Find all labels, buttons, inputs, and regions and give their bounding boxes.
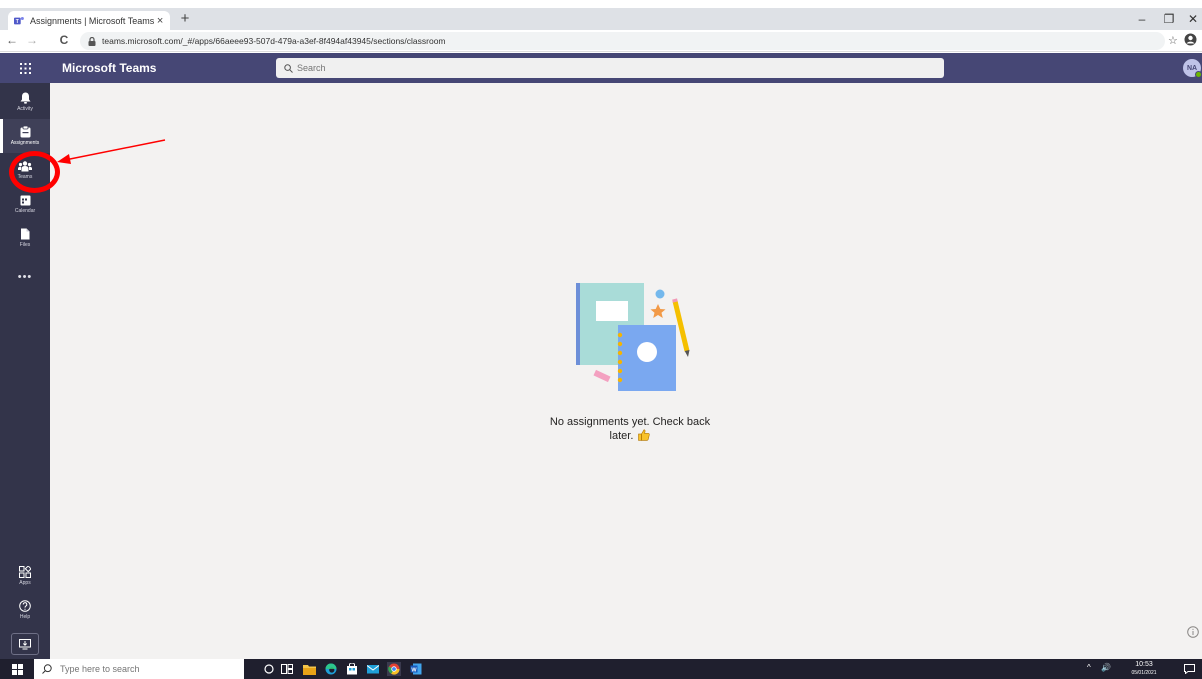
svg-text:W: W bbox=[411, 667, 417, 673]
rail-label: Assignments bbox=[10, 140, 40, 146]
info-icon[interactable] bbox=[1187, 626, 1199, 638]
browser-tab[interactable]: T Assignments | Microsoft Teams × bbox=[8, 11, 170, 30]
taskbar-search[interactable] bbox=[34, 659, 244, 679]
rail-item-help[interactable]: Help bbox=[0, 593, 50, 627]
waffle-icon bbox=[19, 62, 31, 74]
notifications-icon[interactable] bbox=[1182, 662, 1196, 676]
empty-state-message: No assignments yet. Check back later. bbox=[490, 415, 770, 443]
back-button[interactable]: ← bbox=[4, 33, 20, 47]
lock-icon bbox=[88, 36, 96, 46]
new-tab-button[interactable]: + bbox=[176, 11, 194, 27]
address-bar[interactable]: teams.microsoft.com/_#/apps/66aeee93-507… bbox=[80, 32, 1165, 50]
tray-chevron-icon[interactable]: ^ bbox=[1087, 663, 1091, 672]
calendar-icon bbox=[20, 195, 30, 205]
presence-indicator bbox=[1195, 71, 1202, 78]
browser-tab-bar: T Assignments | Microsoft Teams × + – ❐ … bbox=[0, 8, 1202, 30]
store-icon[interactable] bbox=[345, 662, 359, 676]
thumbs-up-icon bbox=[638, 429, 651, 441]
cropped-caption bbox=[0, 0, 1202, 8]
word-icon[interactable]: W bbox=[409, 662, 423, 676]
bell-icon bbox=[20, 92, 30, 104]
bookmark-star-icon[interactable]: ☆ bbox=[1168, 34, 1178, 47]
chrome-icon[interactable] bbox=[387, 662, 401, 676]
search-box[interactable] bbox=[276, 58, 944, 78]
cortana-icon[interactable] bbox=[262, 662, 276, 676]
rail-item-calendar[interactable]: Calendar bbox=[0, 187, 50, 221]
more-apps-button[interactable]: ••• bbox=[0, 271, 50, 283]
rail-label: Files bbox=[19, 242, 31, 248]
notebook-illustration bbox=[576, 283, 690, 391]
forward-button[interactable]: → bbox=[24, 33, 40, 47]
restore-button[interactable]: ❐ bbox=[1160, 12, 1178, 26]
files-icon bbox=[21, 228, 30, 240]
apps-icon bbox=[19, 566, 31, 578]
tab-title: Assignments | Microsoft Teams bbox=[30, 15, 155, 26]
search-icon bbox=[42, 664, 52, 674]
reload-button[interactable]: C bbox=[56, 33, 72, 47]
task-view-icon[interactable] bbox=[280, 662, 294, 676]
rail-item-apps[interactable]: Apps bbox=[0, 559, 50, 593]
annotation-arrow bbox=[57, 139, 166, 164]
rail-item-activity[interactable]: Activity bbox=[0, 85, 50, 119]
teams-header: Microsoft Teams NA bbox=[0, 53, 1202, 83]
user-avatar[interactable]: NA bbox=[1183, 59, 1202, 78]
rail-item-assignments[interactable]: Assignments bbox=[0, 119, 50, 153]
file-explorer-icon[interactable] bbox=[302, 662, 316, 676]
app-title: Microsoft Teams bbox=[62, 61, 157, 75]
rail-item-files[interactable]: Files bbox=[0, 221, 50, 255]
empty-message-line1: No assignments yet. Check back bbox=[549, 416, 711, 428]
mail-icon[interactable] bbox=[366, 662, 380, 676]
main-content: No assignments yet. Check back later. bbox=[50, 83, 1202, 659]
system-clock[interactable]: 10:53 05/01/2021 bbox=[1124, 660, 1164, 678]
app-launcher-button[interactable] bbox=[0, 53, 50, 83]
taskbar-search-input[interactable] bbox=[60, 664, 240, 674]
empty-message-line2: later. bbox=[609, 430, 634, 442]
clock-date: 05/01/2021 bbox=[1131, 670, 1157, 676]
annotation-circle bbox=[9, 151, 60, 193]
avatar-initials: NA bbox=[1186, 64, 1198, 72]
rail-label: Activity bbox=[17, 106, 33, 112]
rail-label: Calendar bbox=[14, 207, 36, 214]
minimize-button[interactable]: – bbox=[1133, 12, 1151, 26]
rail-label: Help bbox=[19, 614, 31, 620]
download-desktop-icon bbox=[19, 638, 31, 649]
edge-icon[interactable] bbox=[324, 662, 338, 676]
active-indicator bbox=[0, 119, 3, 153]
volume-icon[interactable]: 🔊 bbox=[1101, 663, 1111, 672]
help-icon bbox=[19, 600, 31, 612]
assignments-icon bbox=[20, 126, 30, 138]
url-text: teams.microsoft.com/_#/apps/66aeee93-507… bbox=[102, 36, 446, 46]
search-icon bbox=[284, 63, 293, 73]
browser-toolbar: ← → C teams.microsoft.com/_#/apps/66aeee… bbox=[0, 30, 1202, 52]
rail-label: Apps bbox=[19, 580, 31, 586]
windows-logo-icon bbox=[11, 663, 23, 675]
search-input[interactable] bbox=[297, 63, 897, 73]
download-app-button[interactable] bbox=[11, 633, 39, 655]
clock-time: 10:53 bbox=[1135, 661, 1153, 668]
close-tab-icon[interactable]: × bbox=[154, 15, 166, 27]
teams-favicon-icon: T bbox=[14, 16, 24, 25]
start-button[interactable] bbox=[0, 659, 34, 679]
close-window-button[interactable]: ✕ bbox=[1184, 12, 1202, 26]
profile-icon[interactable] bbox=[1184, 33, 1197, 46]
windows-taskbar: W ^ 🔊 10:53 05/01/2021 bbox=[0, 659, 1202, 679]
